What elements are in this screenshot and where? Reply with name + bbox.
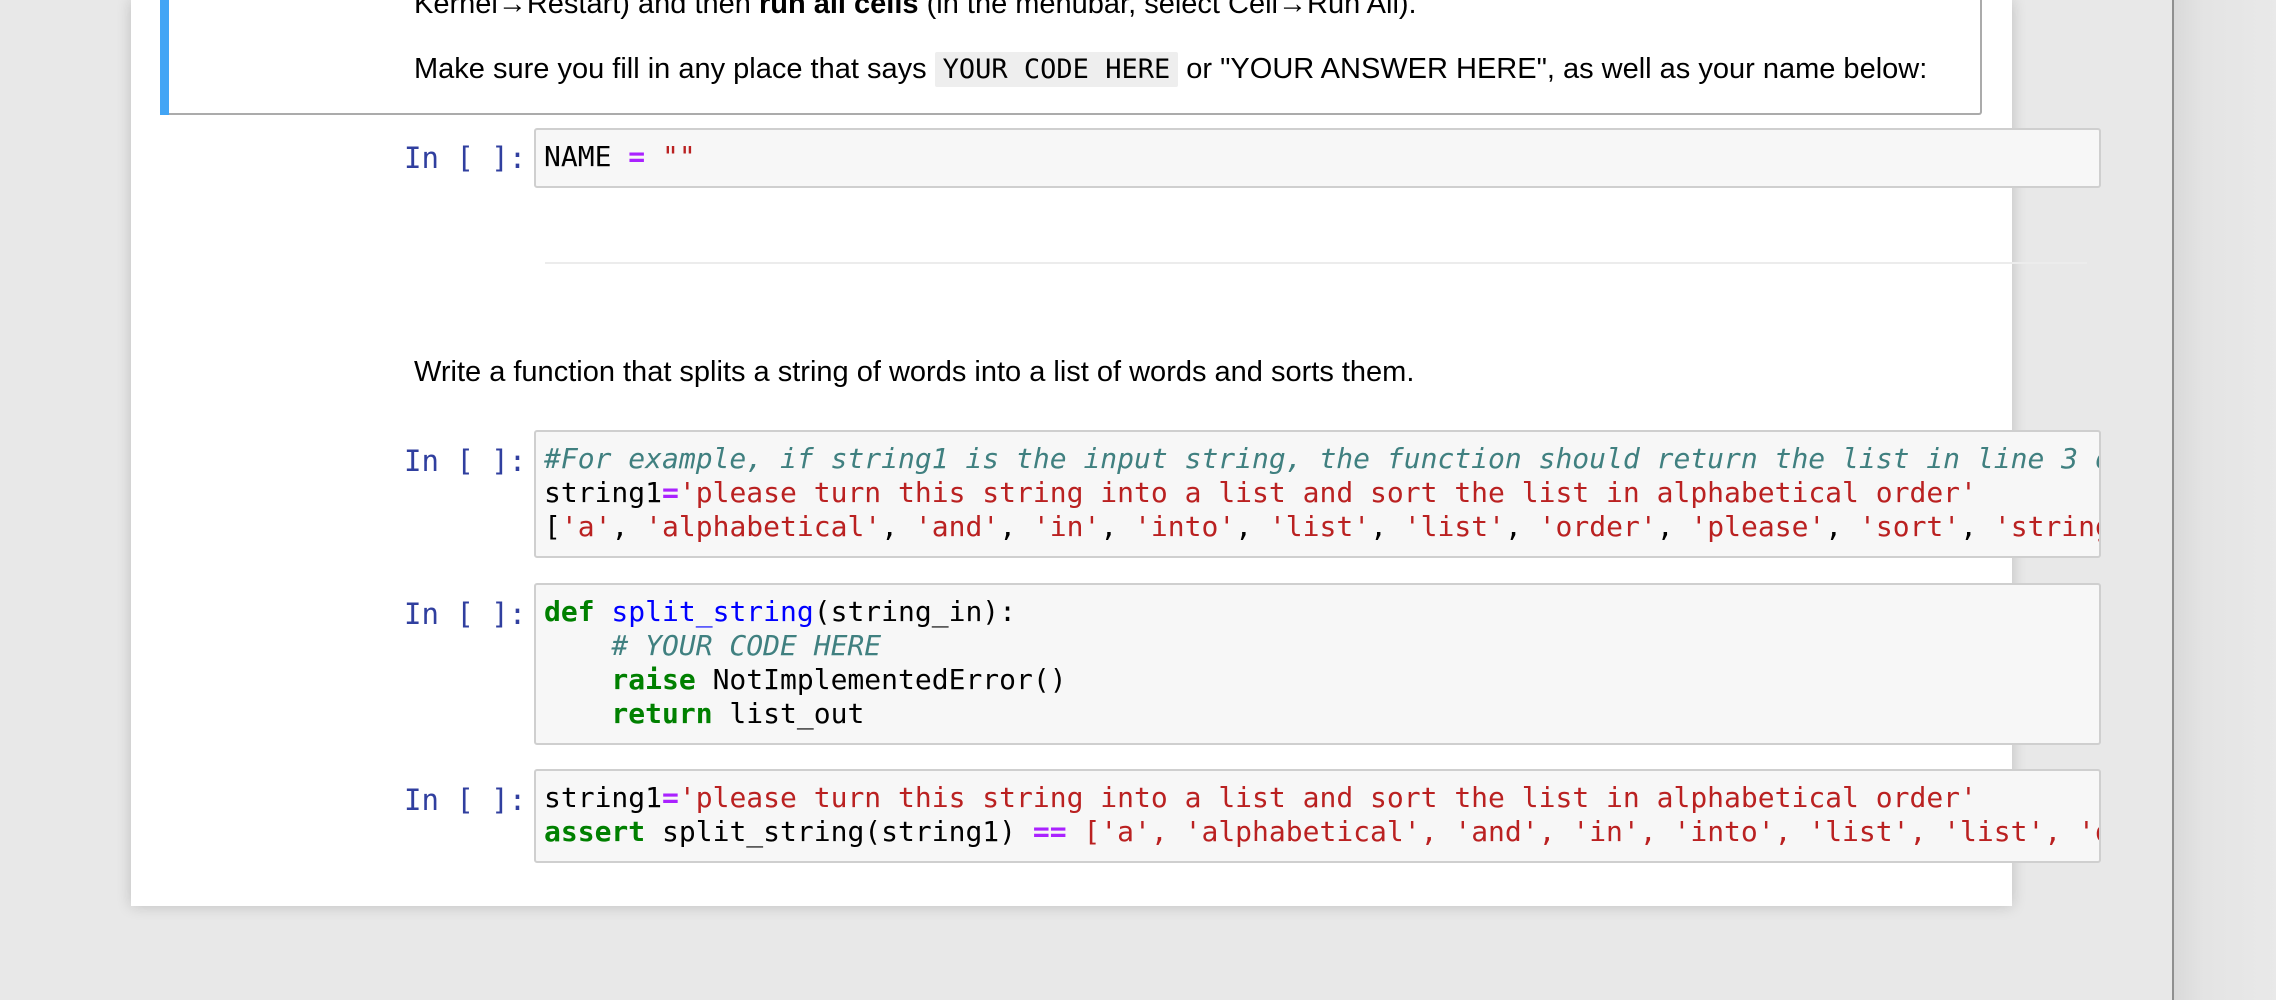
input-prompt: In [ ]: (404, 141, 527, 175)
code-cell-example[interactable]: #For example, if string1 is the input st… (534, 430, 2101, 558)
cell-divider (545, 262, 2087, 264)
instructions-line-run-all: Kernel→Restart) and then run all cells (… (414, 0, 1417, 20)
input-prompt: In [ ]: (404, 444, 527, 478)
notebook-page: Kernel→Restart) and then run all cells (… (131, 0, 2101, 906)
code-line-return: return list_out (544, 697, 865, 730)
code-line-expected-list: ['a', 'alphabetical', 'and', 'in', 'into… (544, 510, 2099, 543)
code-cell-function[interactable]: def split_string(string_in): # YOUR CODE… (534, 583, 2101, 745)
code-line-assert: assert split_string(string1) == ['a', 'a… (544, 815, 2099, 848)
code-line-string-assignment: string1='please turn this string into a … (544, 476, 1977, 509)
code-cell-test[interactable]: string1='please turn this string into a … (534, 769, 2101, 863)
inline-code-your-code-here: YOUR CODE HERE (934, 52, 1179, 87)
selected-cell-indicator (160, 0, 169, 115)
code-line-comment: # YOUR CODE HERE (544, 629, 882, 662)
code-line-raise: raise NotImplementedError() (544, 663, 1067, 696)
markdown-task-description[interactable]: Write a function that splits a string of… (414, 356, 1414, 389)
code-line-string-assignment: string1='please turn this string into a … (544, 781, 1977, 814)
input-prompt: In [ ]: (404, 597, 527, 631)
code-line: NAME = "" (544, 140, 696, 173)
input-prompt: In [ ]: (404, 783, 527, 817)
code-line-comment: #For example, if string1 is the input st… (544, 442, 2099, 475)
instructions-line-fill-in: Make sure you fill in any place that say… (414, 52, 1928, 87)
code-cell-name[interactable]: NAME = "" (534, 128, 2101, 188)
code-line-def: def split_string(string_in): (544, 595, 1017, 628)
window-right-gutter (2172, 0, 2276, 1000)
